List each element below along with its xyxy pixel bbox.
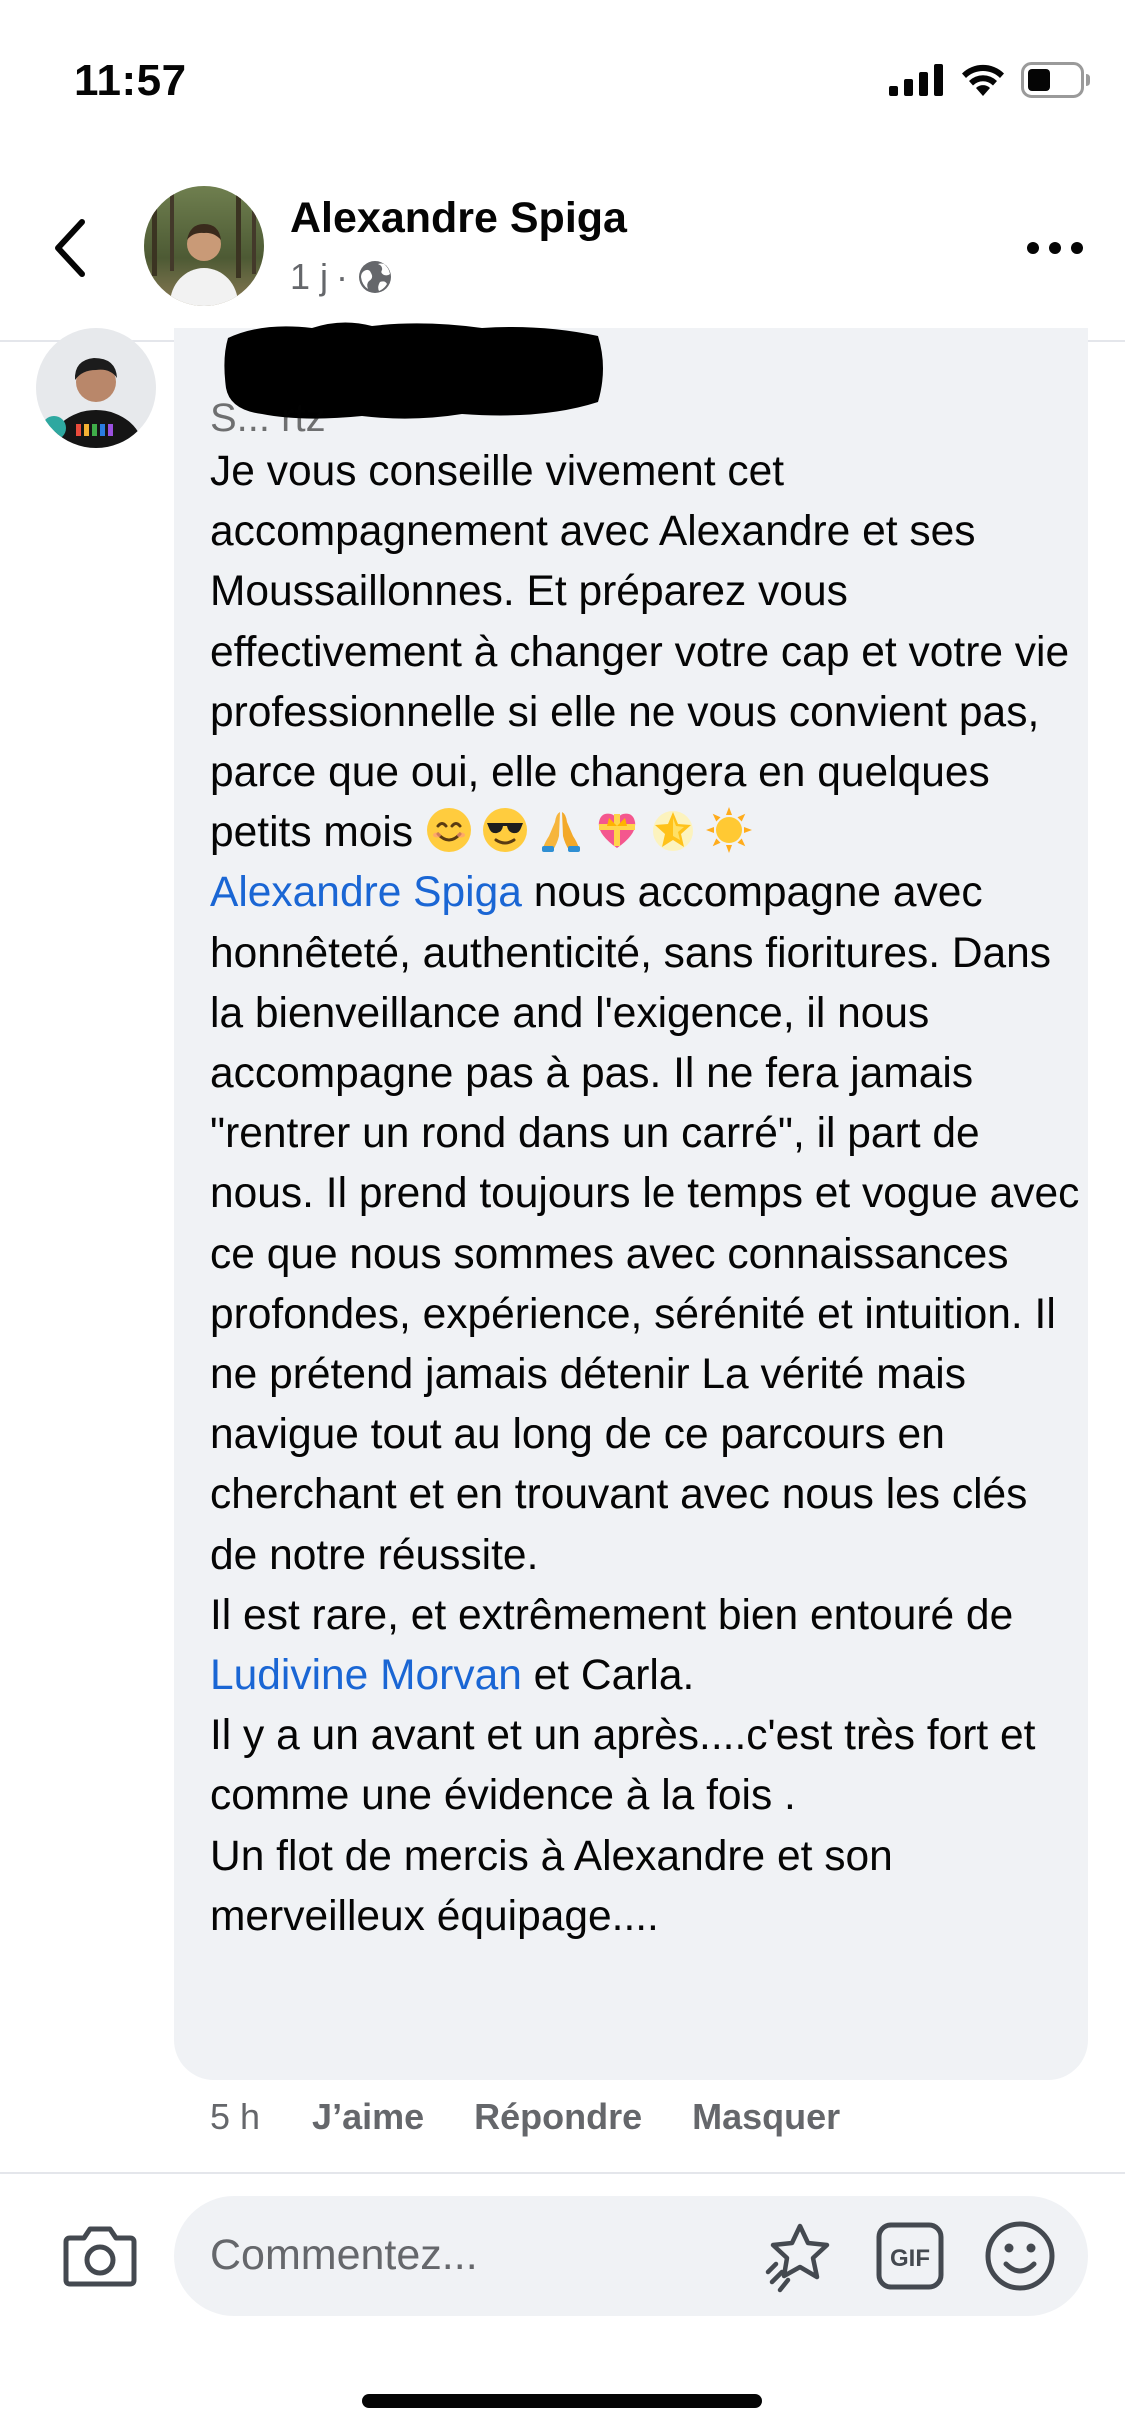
gif-icon: GIF — [876, 2222, 944, 2290]
svg-text:GIF: GIF — [890, 2245, 930, 2272]
folded-hands-emoji — [537, 806, 585, 854]
mention-link[interactable]: Ludivine Morvan — [210, 1652, 522, 1699]
hide-button[interactable]: Masquer — [692, 2096, 840, 2138]
comment-paragraph: Il y a un avant et un après....c'est trè… — [210, 1706, 1080, 1826]
post-author-name[interactable]: Alexandre Spiga — [290, 194, 627, 243]
comment-text-segment: Il y a un avant et un après....c'est trè… — [210, 1712, 1036, 1820]
smiling-face-emoji — [425, 806, 473, 854]
camera-icon — [63, 2226, 137, 2287]
comment-paragraph: Il est rare, et extrêmement bien entouré… — [210, 1586, 1080, 1706]
comment-paragraph: Je vous conseille vivement cet accompagn… — [210, 442, 1080, 863]
status-icons — [889, 62, 1091, 98]
post-header: Alexandre Spiga 1 j · — [0, 160, 1125, 342]
more-dots-icon — [1027, 242, 1083, 254]
battery-icon — [1021, 62, 1090, 98]
comment-input-placeholder[interactable]: Commentez... — [210, 2231, 478, 2280]
emoji-button[interactable] — [982, 2218, 1058, 2294]
home-indicator — [362, 2394, 762, 2408]
comment-paragraph: Un flot de mercis à Alexandre et son mer… — [210, 1827, 1080, 1947]
author-avatar[interactable] — [144, 186, 264, 306]
post-age[interactable]: 1 j — [290, 256, 328, 298]
sun-emoji — [705, 806, 753, 854]
comment-text-segment: Il est rare, et extrêmement bien entouré… — [210, 1591, 1014, 1639]
chevron-left-icon — [55, 219, 85, 277]
comment-text-segment: Je vous conseille vivement cet accompagn… — [210, 448, 1070, 857]
reply-button[interactable]: Répondre — [474, 2096, 642, 2138]
glowing-star-emoji — [649, 806, 697, 854]
sticker-icon — [765, 2223, 830, 2293]
comment-text-segment: nous accompagne avec honnêteté, authenti… — [210, 869, 1080, 1579]
wifi-icon — [962, 64, 1004, 96]
comment-paragraph: Alexandre Spiga nous accompagne avec hon… — [210, 863, 1080, 1585]
signal-icon — [889, 64, 943, 96]
comment-text-segment: et Carla. — [521, 1652, 695, 1700]
heart-ribbon-emoji — [593, 806, 641, 854]
like-button[interactable]: J’aime — [312, 2096, 424, 2138]
status-time: 11:57 — [74, 56, 187, 105]
sunglasses-face-emoji — [481, 806, 529, 854]
back-button[interactable] — [42, 208, 98, 288]
more-options-button[interactable] — [1025, 228, 1085, 268]
commenter-name[interactable]: S... rtz — [210, 396, 326, 441]
mention-link[interactable]: Alexandre Spiga — [210, 869, 522, 916]
divider — [0, 2172, 1125, 2174]
camera-button[interactable] — [62, 2222, 138, 2288]
commenter-avatar[interactable] — [36, 328, 156, 448]
comment-actions: 5 h J’aime Répondre Masquer — [210, 2096, 890, 2138]
gif-button[interactable]: GIF — [876, 2222, 944, 2290]
comment-text: Je vous conseille vivement cet accompagn… — [210, 442, 1080, 1947]
post-meta: 1 j · — [290, 256, 394, 298]
globe-icon — [359, 261, 392, 293]
comment-text-segment: Un flot de mercis à Alexandre et son mer… — [210, 1832, 893, 1940]
sticker-button[interactable] — [764, 2218, 840, 2294]
meta-separator: · — [336, 256, 349, 297]
comment-time[interactable]: 5 h — [210, 2096, 260, 2138]
smiley-icon — [985, 2221, 1055, 2291]
status-bar: 11:57 — [0, 0, 1125, 150]
